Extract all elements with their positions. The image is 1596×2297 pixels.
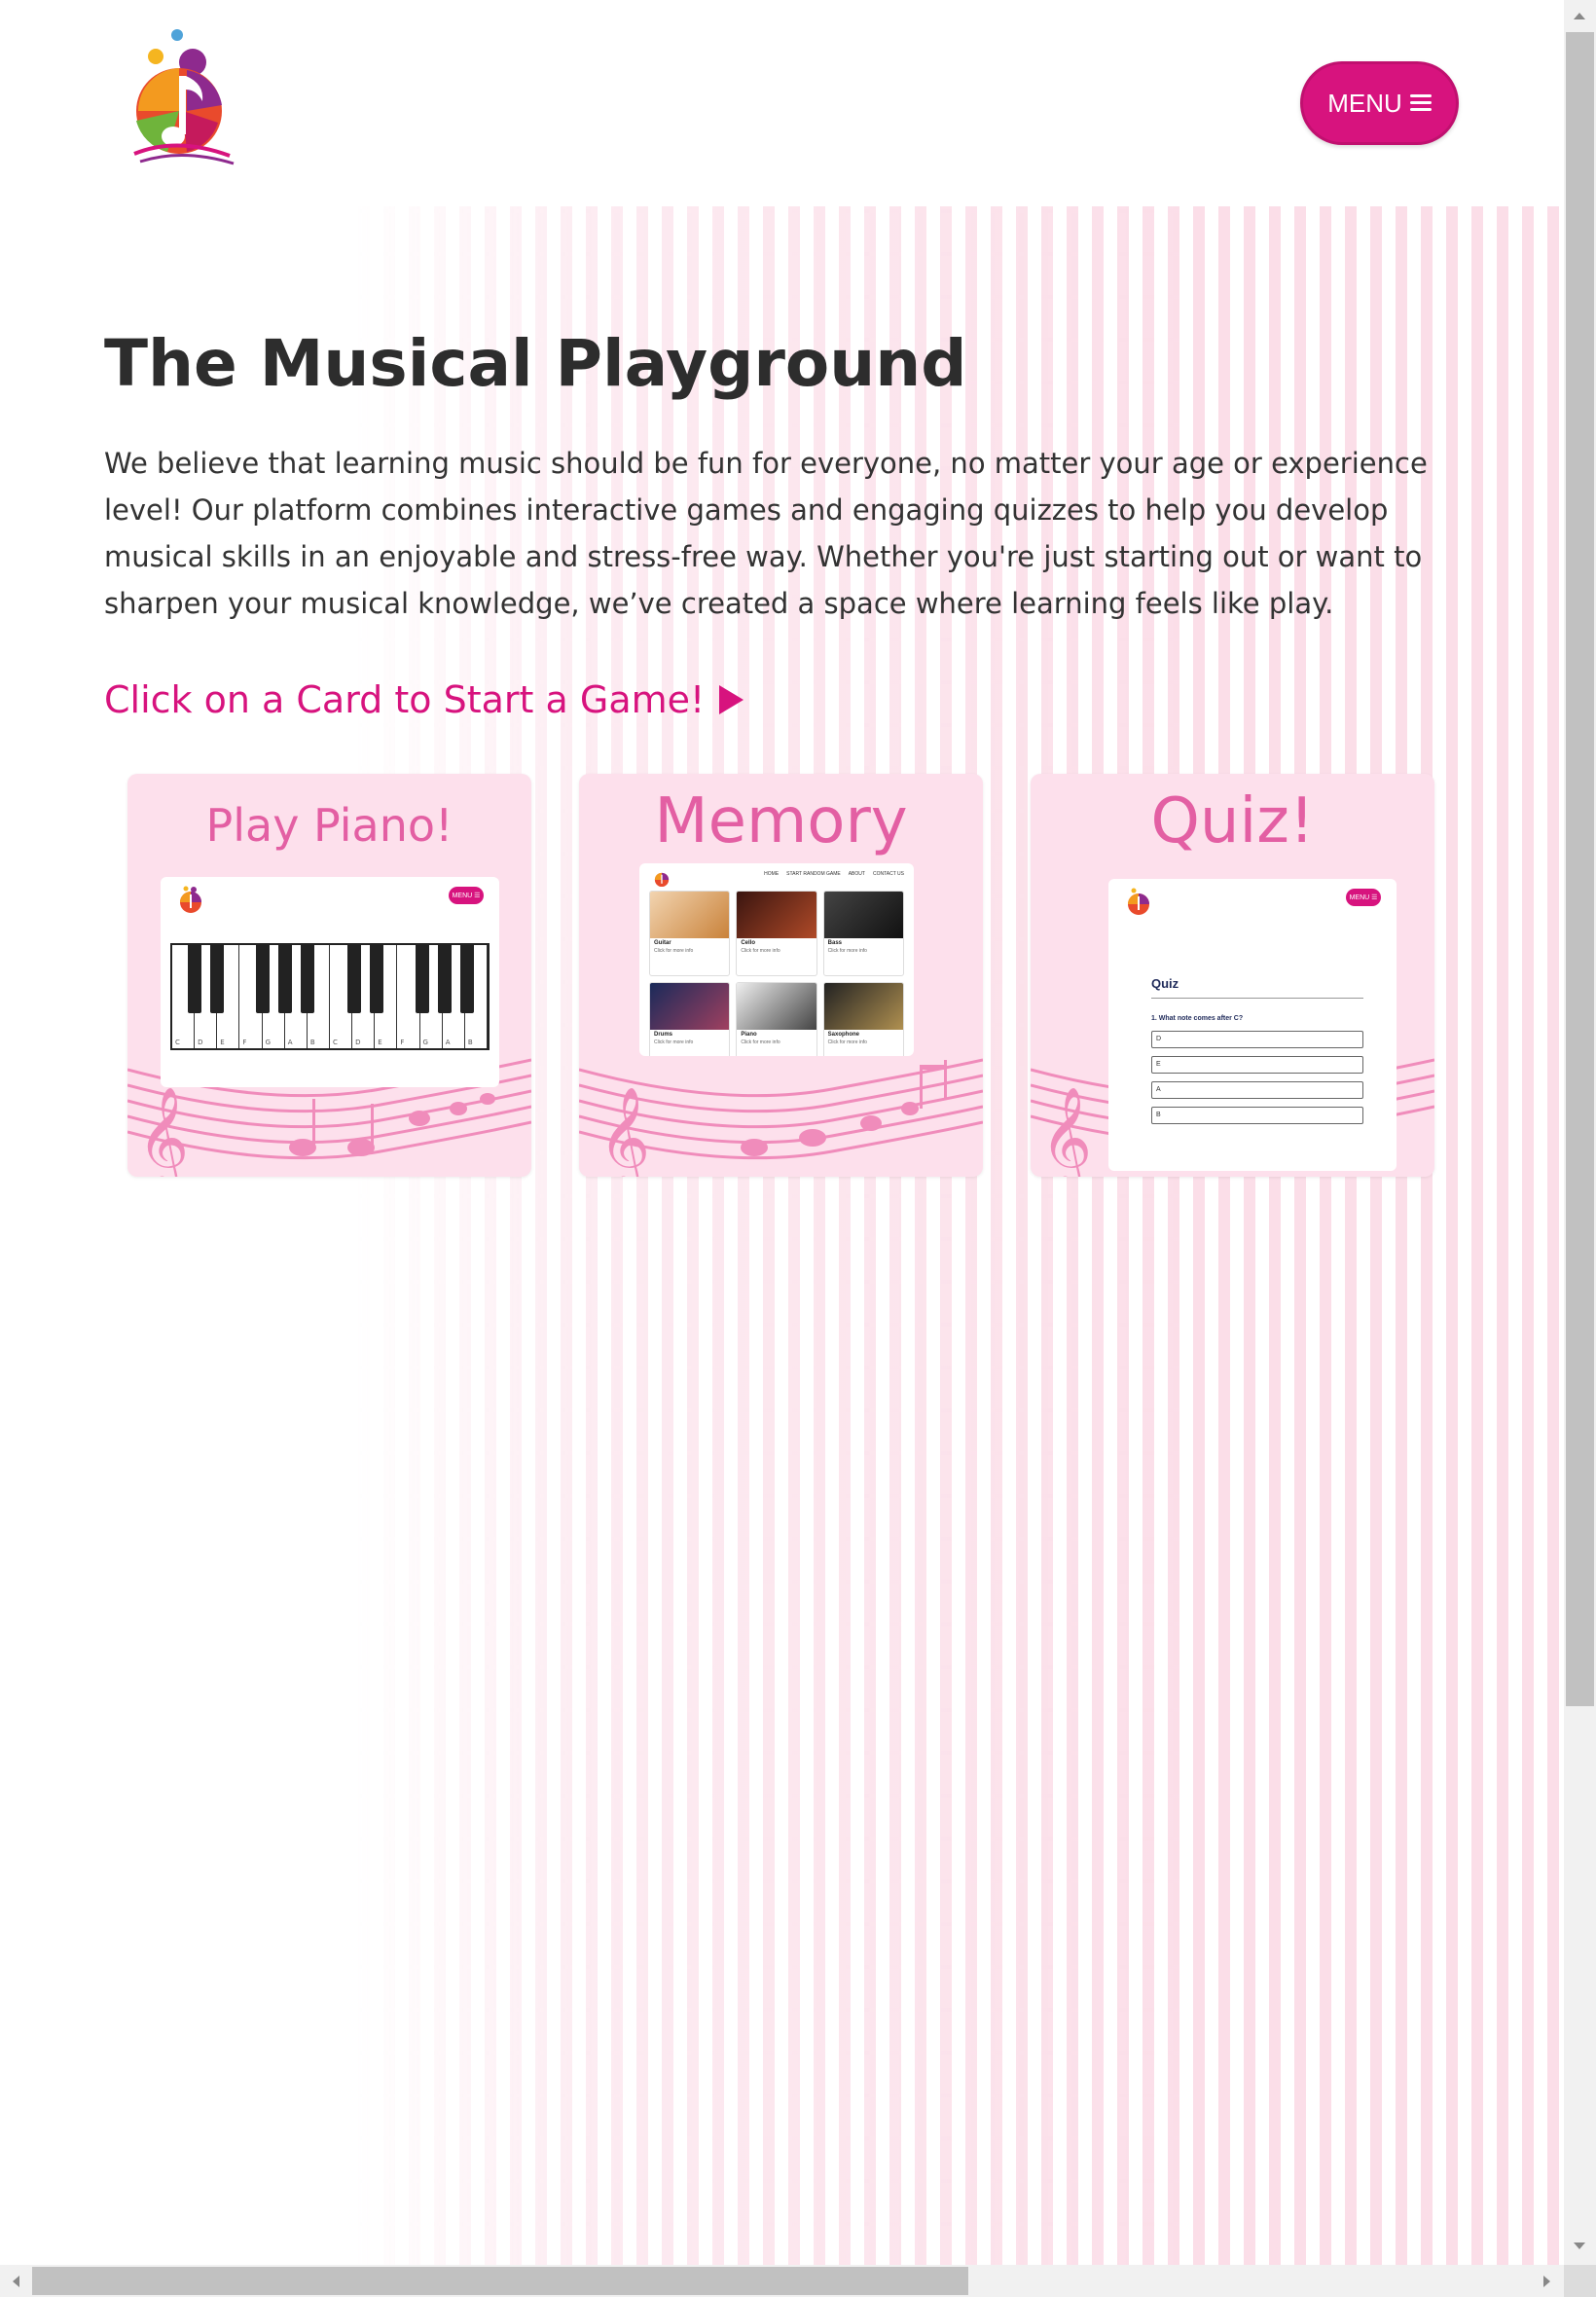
- memory-game-card[interactable]: Memory 𝄞 HOME START RANDOM GAME ABOUT CO…: [579, 774, 983, 1177]
- svg-text:𝄞: 𝄞: [598, 1086, 650, 1177]
- page-title: The Musical Playground: [104, 326, 967, 401]
- black-key: [438, 945, 452, 1013]
- black-key: [256, 945, 270, 1013]
- start-game-heading: Click on a Card to Start a Game!: [104, 678, 745, 721]
- music-staff-decoration: 𝄞: [579, 1058, 983, 1177]
- black-key: [278, 945, 292, 1013]
- mini-logo-icon: [1128, 888, 1149, 915]
- divider: [1151, 998, 1363, 999]
- piano-preview-screenshot: MENU ☰ C D E F G A B C D E F G A B: [161, 877, 499, 1087]
- black-key: [188, 945, 201, 1013]
- quiz-option: A: [1151, 1081, 1363, 1099]
- scroll-left-arrow-icon[interactable]: [10, 2274, 21, 2289]
- piano-game-card[interactable]: Play Piano! 𝄞 MENU ☰ C D E F G A B C D E…: [127, 774, 531, 1177]
- quiz-heading: Quiz: [1151, 976, 1179, 991]
- memory-card: Drums Click for more info: [649, 982, 731, 1056]
- card-title-piano: Play Piano!: [205, 799, 453, 852]
- scroll-down-arrow-icon[interactable]: [1572, 2241, 1587, 2252]
- cta-text: Click on a Card to Start a Game!: [104, 678, 706, 721]
- black-key: [370, 945, 383, 1013]
- quiz-question: 1. What note comes after C?: [1151, 1015, 1244, 1022]
- scroll-up-arrow-icon[interactable]: [1572, 10, 1587, 21]
- black-key: [460, 945, 474, 1013]
- svg-text:𝄞: 𝄞: [1040, 1086, 1092, 1177]
- svg-text:𝄞: 𝄞: [137, 1086, 189, 1177]
- quiz-option: B: [1151, 1107, 1363, 1124]
- mini-nav: HOME START RANDOM GAME ABOUT CONTACT US: [764, 871, 904, 877]
- mini-menu-button: MENU ☰: [449, 887, 484, 904]
- quiz-option: E: [1151, 1056, 1363, 1074]
- mini-logo-icon: [654, 872, 670, 888]
- card-title-memory: Memory: [654, 785, 908, 857]
- memory-grid: Guitar Click for more info Cello Click for…: [649, 891, 904, 1056]
- hamburger-icon: [1409, 94, 1432, 112]
- black-key: [301, 945, 314, 1013]
- memory-card: Bass Click for more info: [822, 891, 904, 976]
- quiz-game-card[interactable]: Quiz! 𝄞 MENU ☰ Quiz 1. What note comes a…: [1031, 774, 1434, 1177]
- vertical-scrollbar-thumb[interactable]: [1566, 32, 1594, 1706]
- black-key: [210, 945, 224, 1013]
- memory-card: Saxophone Click for more info: [822, 982, 904, 1056]
- menu-button[interactable]: MENU: [1300, 61, 1459, 145]
- piano-keyboard: C D E F G A B C D E F G A B: [170, 943, 490, 1050]
- horizontal-scrollbar-thumb[interactable]: [32, 2267, 968, 2295]
- quiz-option: D: [1151, 1031, 1363, 1048]
- scroll-right-arrow-icon[interactable]: [1542, 2274, 1553, 2289]
- page-viewport: MENU The Musical Playground We believe t…: [0, 0, 1564, 2265]
- mini-logo-icon: [180, 886, 201, 913]
- memory-card: Guitar Click for more info: [649, 891, 731, 976]
- intro-paragraph: We believe that learning music should be…: [104, 447, 1428, 620]
- quiz-preview-screenshot: MENU ☰ Quiz 1. What note comes after C? …: [1108, 879, 1396, 1171]
- scrollbar-corner: [1564, 2265, 1596, 2297]
- mini-menu-button: MENU ☰: [1346, 889, 1381, 906]
- memory-card: Piano Click for more info: [736, 982, 817, 1056]
- black-key: [416, 945, 429, 1013]
- card-title-quiz: Quiz!: [1150, 785, 1315, 857]
- menu-label: MENU: [1327, 88, 1402, 118]
- memory-preview-screenshot: HOME START RANDOM GAME ABOUT CONTACT US …: [639, 863, 914, 1056]
- black-key: [347, 945, 361, 1013]
- memory-card: Cello Click for more info: [736, 891, 817, 976]
- music-note-logo-icon[interactable]: [128, 27, 237, 173]
- play-icon: [719, 685, 744, 714]
